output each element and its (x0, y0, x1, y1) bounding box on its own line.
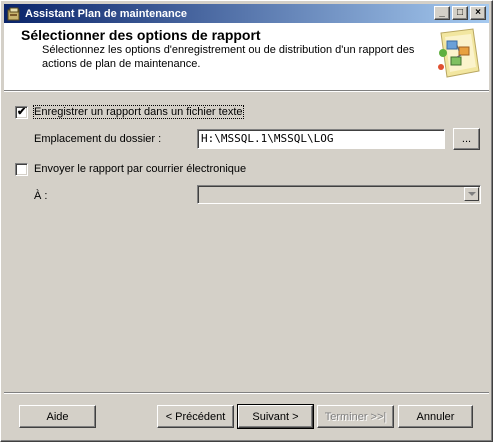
close-button[interactable]: × (470, 6, 486, 20)
close-icon: × (475, 7, 481, 18)
next-button[interactable]: Suivant > (237, 404, 314, 429)
next-button-label: Suivant > (252, 410, 299, 423)
folder-location-label: Emplacement du dossier : (34, 133, 162, 145)
help-button[interactable]: Aide (19, 405, 96, 428)
checkmark-icon: ✔ (17, 106, 27, 118)
save-to-file-label[interactable]: Enregistrer un rapport dans un fichier t… (33, 105, 244, 119)
help-button-label: Aide (46, 410, 69, 423)
window-title: Assistant Plan de maintenance (25, 7, 187, 20)
footer-separator (4, 392, 489, 394)
to-label: À : (34, 190, 48, 202)
to-operator-dropdown[interactable] (197, 185, 481, 204)
minimize-icon: _ (439, 7, 445, 18)
cancel-button-label: Annuler (416, 410, 455, 423)
back-button-label: < Précédent (165, 410, 226, 423)
cancel-button[interactable]: Annuler (398, 405, 473, 428)
wizard-graphic-icon (433, 27, 483, 83)
page-title: Sélectionner des options de rapport (21, 27, 261, 43)
page-description: Sélectionnez les options d'enregistremen… (42, 44, 415, 70)
save-to-file-checkbox[interactable]: ✔ (15, 106, 28, 119)
maximize-icon: □ (456, 7, 464, 18)
browse-button-label: ... (461, 133, 472, 145)
send-email-checkbox[interactable] (15, 163, 28, 176)
folder-location-input[interactable]: H:\MSSQL.1\MSSQL\LOG (197, 129, 445, 149)
finish-button[interactable]: Terminer >>| (317, 405, 394, 428)
chevron-down-icon[interactable] (464, 187, 479, 201)
back-button[interactable]: < Précédent (157, 405, 234, 428)
wizard-header: Sélectionner des options de rapport Séle… (4, 23, 489, 90)
title-bar[interactable]: Assistant Plan de maintenance _ □ × (4, 4, 489, 23)
app-icon (7, 7, 21, 21)
header-separator (4, 90, 489, 92)
finish-button-label: Terminer >>| (324, 410, 387, 423)
send-email-label[interactable]: Envoyer le rapport par courrier électron… (34, 163, 246, 175)
minimize-button[interactable]: _ (434, 6, 450, 20)
maximize-button[interactable]: □ (452, 6, 468, 20)
wizard-window: Assistant Plan de maintenance _ □ × Séle… (0, 0, 493, 442)
browse-folder-button[interactable]: ... (453, 128, 480, 150)
